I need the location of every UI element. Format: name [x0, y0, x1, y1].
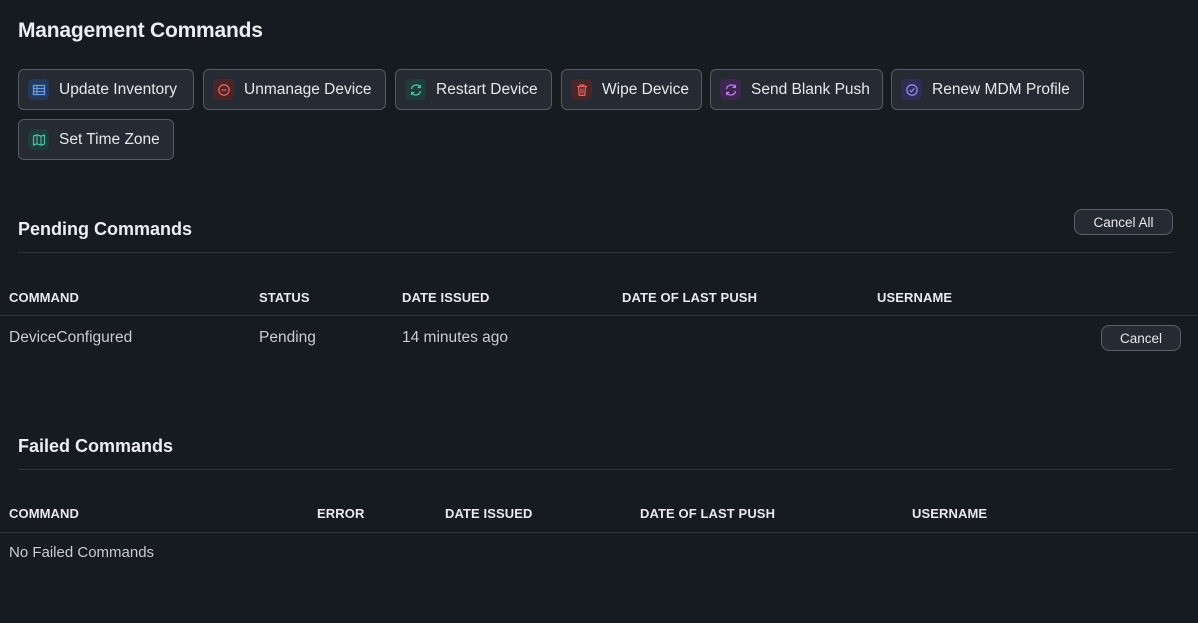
update-inventory-button[interactable]: Update Inventory	[18, 69, 194, 110]
restart-device-label: Restart Device	[436, 80, 538, 98]
pending-col-status: STATUS	[259, 290, 310, 305]
unmanage-device-label: Unmanage Device	[244, 80, 372, 98]
failed-col-username: USERNAME	[912, 506, 988, 521]
update-inventory-label: Update Inventory	[59, 80, 178, 98]
send-blank-push-button[interactable]: Send Blank Push	[710, 69, 883, 110]
send-blank-push-label: Send Blank Push	[751, 80, 870, 98]
pending-command-cell: DeviceConfigured	[9, 329, 133, 346]
pending-header-divider	[0, 315, 1198, 316]
refresh-icon	[405, 79, 426, 100]
cancel-button[interactable]: Cancel	[1101, 325, 1181, 351]
restart-device-button[interactable]: Restart Device	[395, 69, 552, 110]
failed-col-command: COMMAND	[9, 506, 80, 521]
renew-mdm-profile-label: Renew MDM Profile	[932, 80, 1070, 98]
failed-commands-title: Failed Commands	[18, 436, 174, 456]
cancel-all-button[interactable]: Cancel All	[1074, 209, 1173, 235]
pending-col-date-last-push: DATE OF LAST PUSH	[622, 290, 758, 305]
page-title: Management Commands	[18, 19, 263, 42]
table-icon	[28, 79, 49, 100]
pending-divider	[18, 252, 1173, 253]
set-time-zone-button[interactable]: Set Time Zone	[18, 119, 174, 160]
pending-col-date-issued: DATE ISSUED	[402, 290, 490, 305]
wipe-device-label: Wipe Device	[602, 80, 689, 98]
refresh-icon	[720, 79, 741, 100]
renew-mdm-profile-button[interactable]: Renew MDM Profile	[891, 69, 1084, 110]
map-icon	[28, 129, 49, 150]
pending-commands-title: Pending Commands	[18, 219, 193, 239]
pending-status-cell: Pending	[259, 329, 316, 346]
trash-icon	[571, 79, 592, 100]
pending-date-issued-cell: 14 minutes ago	[402, 329, 508, 346]
check-circle-icon	[901, 79, 922, 100]
pending-col-command: COMMAND	[9, 290, 80, 305]
pending-col-username: USERNAME	[877, 290, 953, 305]
failed-col-error: ERROR	[317, 506, 365, 521]
wipe-device-button[interactable]: Wipe Device	[561, 69, 702, 110]
minus-circle-icon	[213, 79, 234, 100]
failed-divider	[18, 469, 1173, 470]
failed-header-divider	[0, 532, 1198, 533]
failed-col-date-last-push: DATE OF LAST PUSH	[640, 506, 776, 521]
failed-empty-text: No Failed Commands	[9, 544, 155, 561]
unmanage-device-button[interactable]: Unmanage Device	[203, 69, 386, 110]
set-time-zone-label: Set Time Zone	[59, 130, 160, 148]
failed-col-date-issued: DATE ISSUED	[445, 506, 533, 521]
